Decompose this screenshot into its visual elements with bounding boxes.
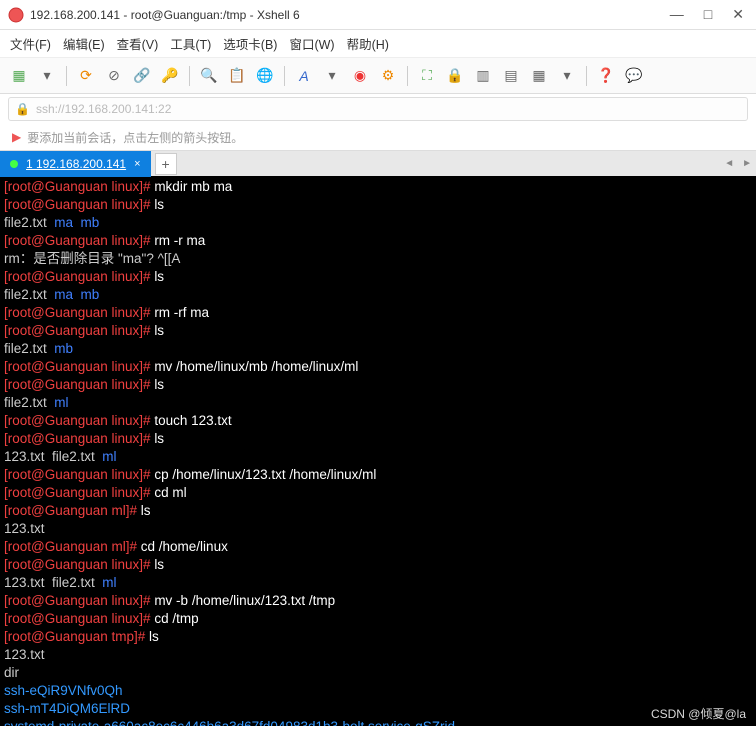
tab-bar: 1 192.168.200.141 × + ◄ ► [0,150,756,176]
separator [66,66,67,86]
dropdown-icon[interactable]: ▾ [556,65,578,87]
disconnect-icon[interactable]: ⊘ [103,65,125,87]
address-input[interactable]: 🔒 ssh://192.168.200.141:22 [8,97,748,121]
fullscreen-icon[interactable]: ⛶ [416,65,438,87]
hint-bar: ▶ 要添加当前会话，点击左侧的箭头按钮。 [0,124,756,150]
reconnect-icon[interactable]: ⟳ [75,65,97,87]
cascade-icon[interactable]: ▤ [500,65,522,87]
close-tab-icon[interactable]: × [134,158,140,170]
separator [189,66,190,86]
menu-tabs[interactable]: 选项卡(B) [223,34,277,53]
toolbar: ▦ ▾ ⟳ ⊘ 🔗 🔑 🔍 📋 🌐 A ▾ ◉ ⚙ ⛶ 🔒 ▥ ▤ ▦ ▾ ❓ … [0,58,756,94]
search-icon[interactable]: 🔍 [198,65,220,87]
link-icon[interactable]: 🔗 [131,65,153,87]
address-bar: 🔒 ssh://192.168.200.141:22 [0,94,756,124]
copy-icon[interactable]: 📋 [226,65,248,87]
lock-icon[interactable]: 🔒 [444,65,466,87]
menu-window[interactable]: 窗口(W) [289,34,334,53]
app-icon [8,7,24,23]
key-icon[interactable]: 🔑 [159,65,181,87]
tab-label: 1 192.168.200.141 [26,157,126,171]
separator [586,66,587,86]
new-tab-button[interactable]: + [155,153,177,175]
session-tab[interactable]: 1 192.168.200.141 × [0,151,151,177]
minimize-button[interactable]: — [670,6,684,23]
menu-file[interactable]: 文件(F) [10,34,51,53]
new-session-icon[interactable]: ▦ [8,65,30,87]
menu-view[interactable]: 查看(V) [117,34,159,53]
tab-nav-left-icon[interactable]: ◄ [724,158,734,169]
terminal[interactable]: [root@Guanguan linux]# mkdir mb ma [root… [0,176,756,726]
gear-icon[interactable]: ⚙ [377,65,399,87]
menu-help[interactable]: 帮助(H) [347,34,389,53]
separator [284,66,285,86]
help-icon[interactable]: ❓ [595,65,617,87]
window-title: 192.168.200.141 - root@Guanguan:/tmp - X… [30,8,670,22]
hint-text: 要添加当前会话，点击左侧的箭头按钮。 [27,129,243,146]
dropdown-icon[interactable]: ▾ [321,65,343,87]
menu-bar: 文件(F) 编辑(E) 查看(V) 工具(T) 选项卡(B) 窗口(W) 帮助(… [0,30,756,58]
tile-icon[interactable]: ▥ [472,65,494,87]
font-icon[interactable]: A [293,65,315,87]
menu-edit[interactable]: 编辑(E) [63,34,105,53]
tab-nav-right-icon[interactable]: ► [742,158,752,169]
menu-tools[interactable]: 工具(T) [170,34,211,53]
globe-icon[interactable]: 🌐 [254,65,276,87]
grid-icon[interactable]: ▦ [528,65,550,87]
flag-icon: ▶ [12,130,21,144]
address-url: ssh://192.168.200.141:22 [36,102,171,116]
separator [407,66,408,86]
dropdown-icon[interactable]: ▾ [36,65,58,87]
maximize-button[interactable]: □ [704,6,712,23]
status-dot-icon [10,160,18,168]
title-bar: 192.168.200.141 - root@Guanguan:/tmp - X… [0,0,756,30]
feedback-icon[interactable]: 💬 [623,65,645,87]
close-button[interactable]: ✕ [732,6,744,23]
lock-icon: 🔒 [15,102,30,116]
color-icon[interactable]: ◉ [349,65,371,87]
